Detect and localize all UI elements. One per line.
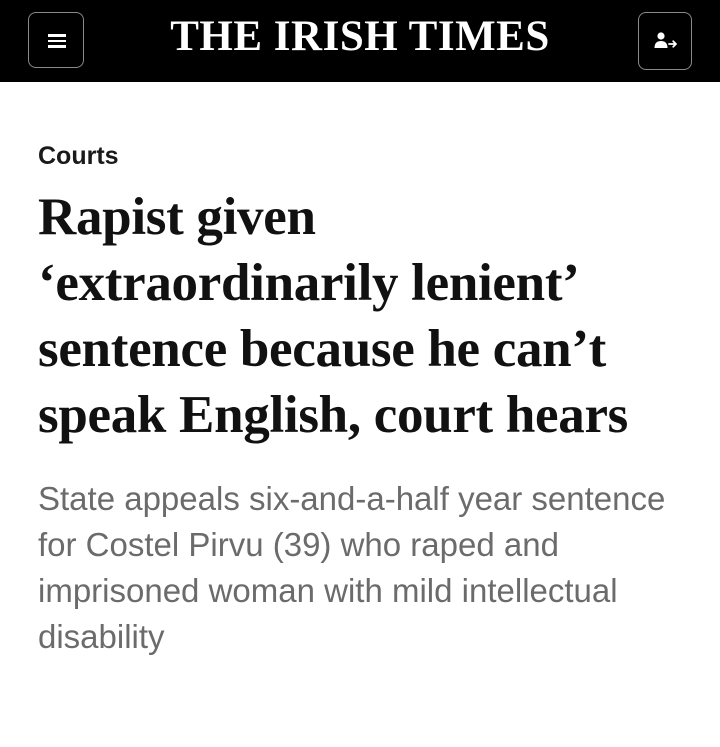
hamburger-menu-icon [48, 34, 66, 48]
article-header: Courts Rapist given ‘extraordinarily len… [38, 138, 688, 660]
account-sign-in-icon [654, 32, 677, 48]
site-header: THE IRISH TIMES [0, 0, 720, 82]
menu-button[interactable] [28, 12, 84, 68]
article-standfirst: State appeals six-and-a-half year senten… [38, 480, 666, 655]
section-link[interactable]: Courts [38, 138, 119, 174]
account-button[interactable] [638, 12, 692, 70]
site-masthead[interactable]: THE IRISH TIMES [110, 6, 610, 68]
article-headline: Rapist given ‘extraordinarily lenient’ s… [38, 188, 629, 444]
